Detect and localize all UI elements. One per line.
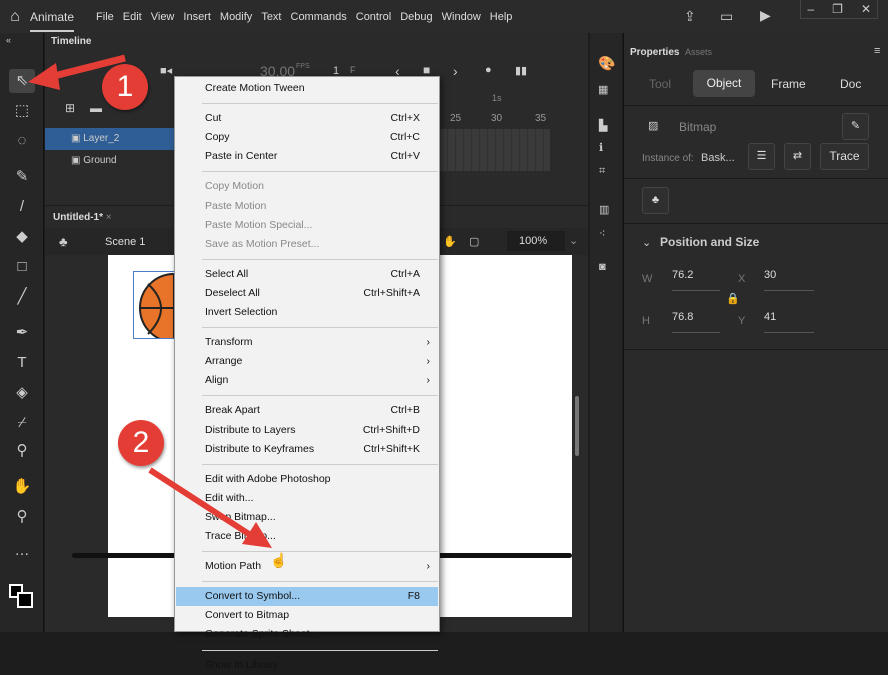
menu-item-show-in-library[interactable]: Show In Library [176, 656, 438, 675]
step-1-badge: 1 [102, 64, 148, 110]
arrow-1-head [28, 63, 60, 90]
menu-separator [202, 649, 438, 651]
arrow-2-shaft [148, 467, 254, 539]
menu-item-label: Show In Library [205, 658, 278, 671]
step-2-badge: 2 [118, 420, 164, 466]
mouse-cursor-icon: ☝ [270, 552, 288, 568]
